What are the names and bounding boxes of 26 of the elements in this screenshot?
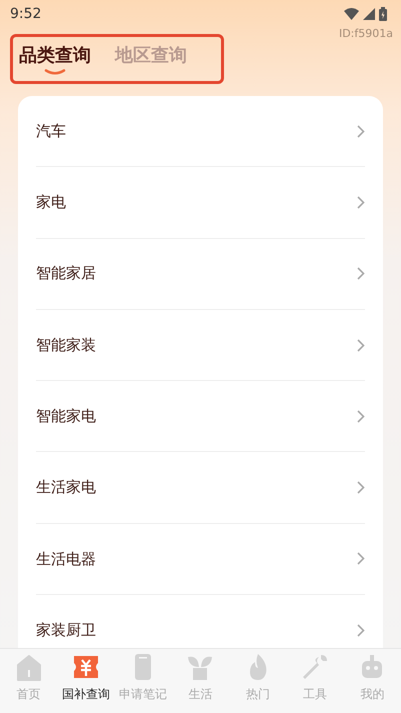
category-item[interactable]: 家电 — [36, 167, 365, 239]
chevron-right-icon — [357, 410, 365, 423]
category-item[interactable]: 生活电器 — [36, 524, 365, 596]
chevron-right-icon — [357, 552, 365, 566]
chevron-right-icon — [357, 267, 365, 280]
status-time: 9:52 — [10, 4, 42, 24]
signal-icon — [363, 8, 375, 20]
category-item[interactable]: 汽车 — [36, 96, 365, 168]
chevron-right-icon — [357, 338, 365, 352]
chevron-right-icon — [357, 196, 365, 209]
category-item[interactable]: 智能家居 — [36, 238, 365, 310]
ticket-icon — [72, 653, 100, 681]
battery-icon — [379, 7, 387, 21]
id-label: ID:f5901a — [338, 27, 393, 40]
home-icon — [14, 653, 43, 681]
category-item[interactable]: 智能家电 — [36, 381, 365, 452]
category-tab[interactable]: 品类查询 — [19, 40, 91, 78]
wrench-icon — [301, 653, 330, 681]
chevron-right-icon — [357, 624, 365, 637]
chevron-right-icon — [357, 124, 365, 138]
category-item[interactable]: 生活家电 — [36, 452, 365, 524]
category-item[interactable]: 智能家装 — [36, 310, 365, 382]
chevron-right-icon — [357, 481, 365, 494]
tab-indicator — [44, 69, 66, 76]
nav-tab[interactable]: 国补查询 — [57, 649, 115, 713]
wifi-icon — [344, 8, 359, 20]
